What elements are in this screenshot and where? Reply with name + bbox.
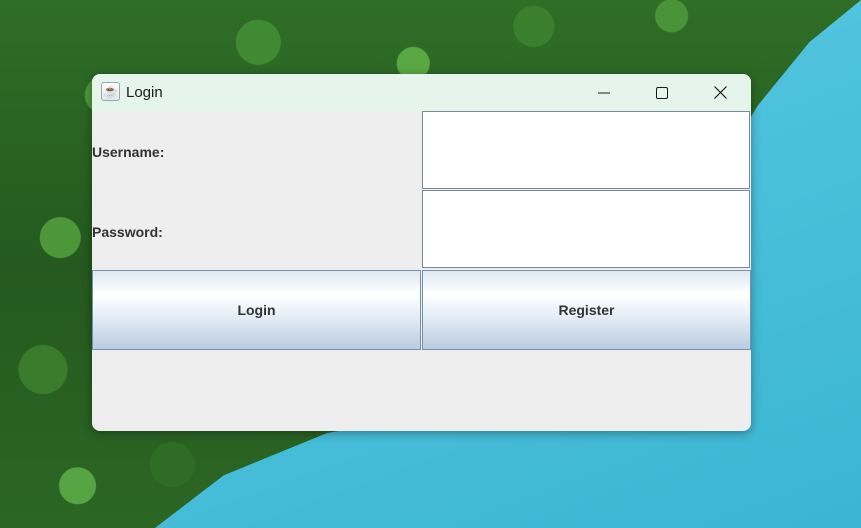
login-window: ☕ Login Username: Password: Login Regist… <box>92 74 751 431</box>
minimize-icon <box>598 92 610 93</box>
title-bar[interactable]: ☕ Login <box>92 74 751 111</box>
maximize-button[interactable] <box>639 74 685 111</box>
password-label: Password: <box>92 224 163 240</box>
username-label: Username: <box>92 144 165 160</box>
window-title: Login <box>126 84 163 101</box>
minimize-button[interactable] <box>581 74 627 111</box>
password-field-container <box>422 190 750 268</box>
password-field[interactable] <box>423 191 749 267</box>
username-field-container <box>422 111 750 189</box>
login-button[interactable]: Login <box>92 270 421 350</box>
java-icon[interactable]: ☕ <box>101 82 120 101</box>
maximize-icon <box>656 86 668 99</box>
username-field[interactable] <box>423 112 749 188</box>
register-button[interactable]: Register <box>422 270 751 350</box>
close-icon <box>713 86 727 99</box>
close-button[interactable] <box>697 74 743 111</box>
